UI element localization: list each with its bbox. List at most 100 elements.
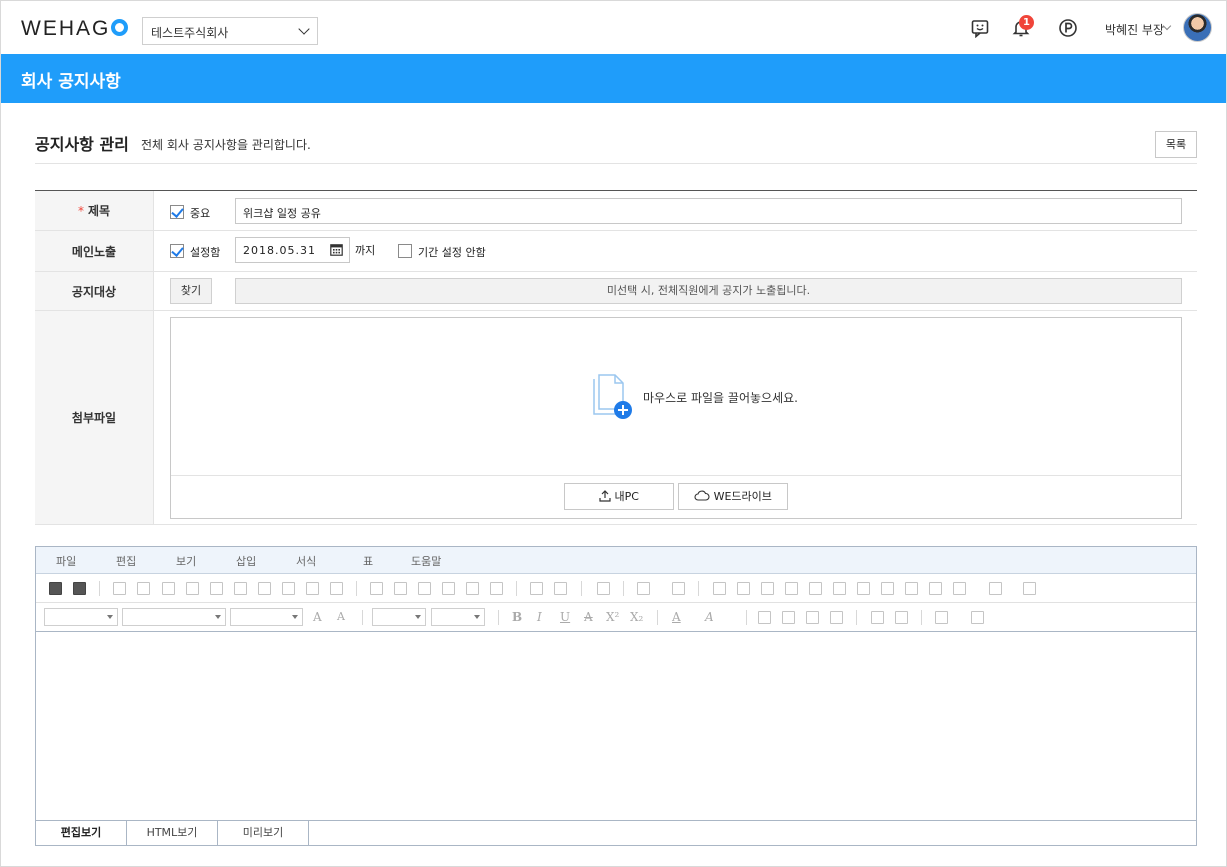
ordered-list-icon[interactable] bbox=[935, 611, 948, 624]
user-chevron-down-icon[interactable] bbox=[1162, 21, 1172, 31]
file-add-icon bbox=[593, 374, 632, 419]
menu-view[interactable]: 보기 bbox=[176, 553, 196, 569]
indent-icon[interactable] bbox=[895, 611, 908, 624]
redo-icon[interactable] bbox=[137, 582, 150, 595]
line-height-select[interactable] bbox=[372, 608, 426, 626]
align-left-icon[interactable] bbox=[758, 611, 771, 624]
copy-icon[interactable] bbox=[186, 582, 199, 595]
eraser-icon[interactable] bbox=[258, 582, 271, 595]
split-cols-icon[interactable] bbox=[929, 582, 942, 595]
font-shrink-icon[interactable]: A bbox=[337, 610, 345, 623]
important-checkbox[interactable] bbox=[170, 205, 184, 219]
attachment-label: 첨부파일 bbox=[71, 411, 117, 425]
menu-format[interactable]: 서식 bbox=[296, 553, 316, 569]
link-icon[interactable] bbox=[490, 582, 503, 595]
menu-file[interactable]: 파일 bbox=[56, 553, 76, 569]
split-rows-icon[interactable] bbox=[881, 582, 894, 595]
bullet-list-icon[interactable] bbox=[971, 611, 984, 624]
font-color-icon[interactable]: A bbox=[672, 610, 681, 624]
strikethrough-icon[interactable]: A bbox=[584, 610, 593, 624]
exposure-date-value: 2018.05.31 bbox=[243, 244, 316, 257]
indent-block-icon[interactable] bbox=[554, 582, 567, 595]
we-drive-button[interactable]: WE드라이브 bbox=[678, 483, 788, 510]
editor-content-area[interactable] bbox=[36, 632, 1196, 821]
paste-text-icon[interactable] bbox=[234, 582, 247, 595]
special-char-icon[interactable] bbox=[466, 582, 479, 595]
company-select[interactable]: 테스트주식회사 bbox=[142, 17, 318, 45]
banner-title: 회사 공지사항 bbox=[21, 72, 121, 92]
menu-edit[interactable]: 편집 bbox=[116, 553, 136, 569]
wehago-logo[interactable]: WEHAG bbox=[21, 17, 129, 41]
page-break-icon[interactable] bbox=[597, 582, 610, 595]
user-name[interactable]: 박혜진 부장 bbox=[1105, 21, 1164, 38]
replace-icon[interactable] bbox=[330, 582, 343, 595]
fill-color-icon[interactable] bbox=[989, 582, 1002, 595]
avatar[interactable] bbox=[1183, 13, 1212, 42]
media-icon[interactable] bbox=[394, 582, 407, 595]
paragraph-icon[interactable] bbox=[530, 582, 543, 595]
table-props-icon[interactable] bbox=[713, 582, 726, 595]
editor-view-tabs: 편집보기 HTML보기 미리보기 bbox=[36, 820, 1196, 845]
letter-spacing-select[interactable] bbox=[431, 608, 485, 626]
point-icon[interactable] bbox=[1058, 18, 1078, 38]
cell-erase-icon[interactable] bbox=[833, 582, 846, 595]
font-family-select[interactable] bbox=[122, 608, 226, 626]
print-icon[interactable] bbox=[73, 582, 86, 595]
cell-props-icon[interactable] bbox=[737, 582, 750, 595]
underline-icon[interactable]: U bbox=[560, 610, 570, 624]
chat-icon[interactable] bbox=[970, 18, 990, 38]
font-size-select[interactable] bbox=[230, 608, 303, 626]
text-format-icon[interactable] bbox=[1023, 582, 1036, 595]
subscript-icon[interactable]: X₂ bbox=[630, 610, 643, 624]
menu-insert[interactable]: 삽입 bbox=[236, 553, 256, 569]
template-icon[interactable] bbox=[442, 582, 455, 595]
list-button[interactable]: 목록 bbox=[1155, 131, 1197, 158]
menu-table[interactable]: 표 bbox=[363, 553, 373, 569]
cell-align-icon[interactable] bbox=[953, 582, 966, 595]
tab-preview[interactable]: 미리보기 bbox=[218, 821, 309, 845]
toolbar-separator bbox=[856, 610, 857, 625]
cell-style-icon[interactable] bbox=[761, 582, 774, 595]
align-justify-icon[interactable] bbox=[830, 611, 843, 624]
align-center-icon[interactable] bbox=[782, 611, 795, 624]
calendar-icon[interactable] bbox=[330, 243, 343, 256]
my-pc-label: 내PC bbox=[614, 490, 639, 503]
tab-edit-view[interactable]: 편집보기 bbox=[36, 821, 127, 845]
italic-icon[interactable]: I bbox=[537, 610, 542, 624]
cut-icon[interactable] bbox=[162, 582, 175, 595]
table-grid-icon[interactable] bbox=[672, 582, 685, 595]
outdent-icon[interactable] bbox=[871, 611, 884, 624]
document-icon[interactable] bbox=[418, 582, 431, 595]
image-icon[interactable] bbox=[370, 582, 383, 595]
table-insert-icon[interactable] bbox=[637, 582, 650, 595]
paste-icon[interactable] bbox=[210, 582, 223, 595]
find-target-button[interactable]: 찾기 bbox=[170, 278, 212, 304]
align-right-icon[interactable] bbox=[806, 611, 819, 624]
highlight-icon[interactable]: A bbox=[705, 610, 714, 624]
main-exposure-checkbox[interactable] bbox=[170, 244, 184, 258]
subject-input[interactable]: 위크샵 일정 공유 bbox=[235, 198, 1182, 224]
bold-icon[interactable]: B bbox=[512, 610, 522, 624]
row-delete-icon[interactable] bbox=[809, 582, 822, 595]
upload-icon bbox=[599, 490, 611, 502]
page-title: 공지사항 관리 bbox=[35, 135, 129, 154]
superscript-icon[interactable]: X² bbox=[606, 610, 619, 624]
important-label: 중요 bbox=[190, 207, 211, 220]
my-pc-button[interactable]: 내PC bbox=[564, 483, 674, 510]
no-period-checkbox[interactable] bbox=[398, 244, 412, 258]
style-select[interactable] bbox=[44, 608, 118, 626]
find-icon[interactable] bbox=[306, 582, 319, 595]
save-icon[interactable] bbox=[49, 582, 62, 595]
tab-html-view[interactable]: HTML보기 bbox=[127, 821, 218, 845]
select-all-icon[interactable] bbox=[282, 582, 295, 595]
subject-label: 제목 bbox=[87, 204, 111, 218]
exposure-date-input[interactable]: 2018.05.31 bbox=[235, 237, 350, 263]
font-grow-icon[interactable]: A bbox=[313, 610, 322, 624]
merge-cols-icon[interactable] bbox=[905, 582, 918, 595]
page-description: 전체 회사 공지사항을 관리합니다. bbox=[141, 138, 311, 152]
row-insert-icon[interactable] bbox=[785, 582, 798, 595]
menu-help[interactable]: 도움말 bbox=[411, 553, 441, 569]
merge-rows-icon[interactable] bbox=[857, 582, 870, 595]
file-drop-zone[interactable]: 마우스로 파일을 끌어놓으세요. 내PC WE드라이브 bbox=[170, 317, 1182, 519]
undo-icon[interactable] bbox=[113, 582, 126, 595]
